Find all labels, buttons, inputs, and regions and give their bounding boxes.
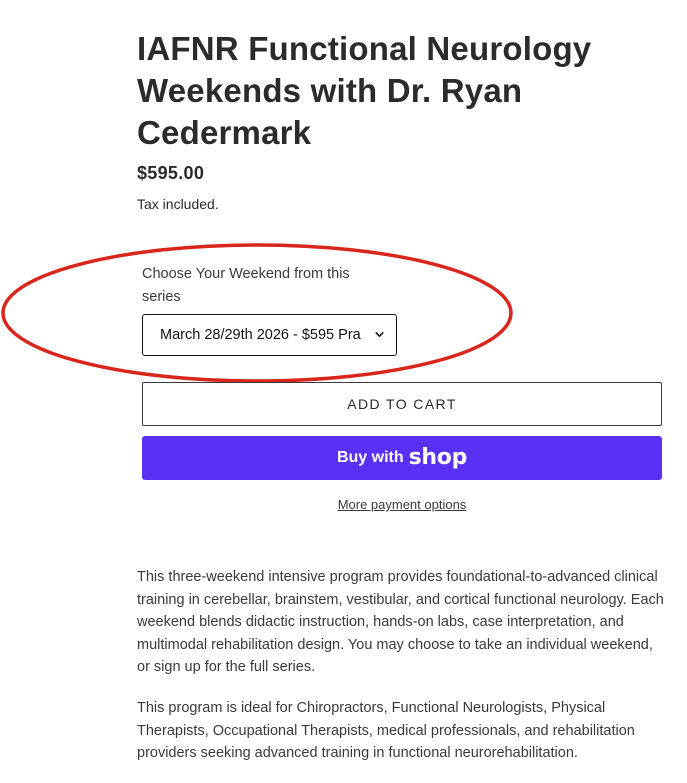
shop-logo: shop [408, 444, 468, 470]
chevron-down-icon [375, 332, 384, 337]
more-payment-options-link[interactable]: More payment options [142, 497, 662, 512]
add-to-cart-button[interactable]: ADD TO CART [142, 382, 662, 426]
product-page: IAFNR Functional Neurology Weekends with… [0, 0, 687, 783]
buy-with-shop-button[interactable]: Buy with shop [142, 436, 662, 480]
weekend-select[interactable]: March 28/29th 2026 - $595 Pra [142, 314, 397, 356]
product-title: IAFNR Functional Neurology Weekends with… [137, 30, 592, 151]
description-paragraph: This program is ideal for Chiropractors,… [137, 700, 635, 761]
weekend-select-value: March 28/29th 2026 - $595 Pra [160, 327, 361, 343]
variant-label: Choose Your Weekend from this series [142, 266, 350, 305]
highlight-ellipse-annotation [1, 243, 513, 383]
description-paragraph: This three-weekend intensive program pro… [137, 569, 664, 675]
product-price: $595.00 [137, 163, 205, 183]
tax-note: Tax included. [137, 196, 219, 212]
buy-with-label: Buy with [336, 449, 404, 466]
